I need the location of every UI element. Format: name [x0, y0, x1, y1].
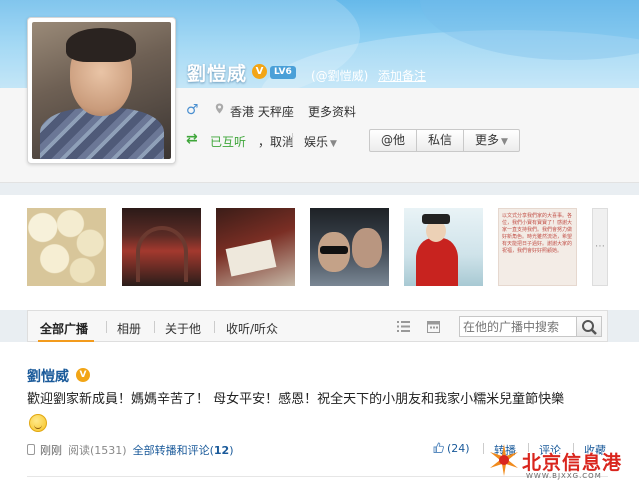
mention-button[interactable]: @他 — [370, 130, 418, 151]
photo-person — [352, 228, 382, 268]
forward-comment-label: 全部转播和评论( — [132, 444, 214, 457]
watermark-logo-icon — [490, 444, 518, 476]
forward-comment-close: ) — [229, 444, 234, 457]
list-view-icon[interactable] — [397, 321, 410, 332]
album-photo[interactable] — [122, 208, 201, 286]
profile-action-buttons: @他 私信 更多 ▼ — [369, 129, 520, 152]
tab-divider — [154, 321, 155, 333]
more-info-link[interactable]: 更多资料 — [308, 103, 356, 120]
tab-followers[interactable]: 收听/听众 — [226, 320, 278, 337]
profile-handle: (@劉愷威) — [311, 69, 369, 83]
calendar-icon[interactable] — [427, 320, 440, 333]
album-more-button[interactable]: ⋯ — [592, 208, 608, 286]
post-author-link[interactable]: 劉愷威 — [27, 366, 69, 386]
all-forwards-comments-link[interactable]: 全部转播和评论(12) — [133, 444, 234, 457]
album-photo[interactable] — [404, 208, 483, 286]
level-badge[interactable]: LV6 — [270, 66, 296, 79]
photo-glasses — [320, 246, 348, 254]
post-meta: 刚刚 阅读(1531) 全部转播和评论(12) — [27, 442, 233, 458]
verified-icon[interactable]: V — [252, 64, 267, 79]
post-text: 歡迎劉家新成員！媽媽辛苦了！ 母女平安！感恩！祝全天下的小朋友和我家小糯米兒童節… — [27, 392, 565, 407]
tab-divider — [214, 321, 215, 333]
location-text: 香港 天秤座 — [230, 105, 294, 119]
chevron-down-icon: ▼ — [501, 137, 508, 147]
group-label: 娱乐 — [304, 135, 329, 149]
watermark-text: 北京信息港 — [522, 452, 623, 474]
private-message-button[interactable]: 私信 — [417, 130, 465, 151]
smile-emoji-icon — [29, 414, 47, 432]
tab-album[interactable]: 相册 — [117, 320, 141, 337]
post-time-link[interactable]: 刚刚 — [40, 444, 62, 457]
add-remark-link[interactable]: 添加备注 — [378, 67, 426, 84]
thumbs-up-icon — [433, 442, 444, 453]
photo-robe — [416, 238, 458, 286]
photo-note-text: 以文式分享我們家的大喜事。各位，我們小寶有寶寶了！感謝大家一直支持我們。我們會努… — [502, 213, 573, 254]
profile-name: 劉愷威 — [187, 63, 248, 85]
section-gap — [0, 293, 639, 310]
album-photo[interactable] — [216, 208, 295, 286]
mutual-follow-icon: ⇄ — [186, 131, 198, 147]
phone-icon — [27, 444, 35, 455]
chevron-down-icon: ▼ — [330, 139, 337, 149]
like-count: (24) — [447, 442, 470, 455]
photo-album-strip: 以文式分享我們家的大喜事。各位，我們小寶有寶寶了！感謝大家一直支持我們。我們會努… — [0, 195, 639, 293]
feed-tab-bar: 全部广播 相册 关于他 收听/听众 — [27, 310, 608, 342]
search-button[interactable] — [577, 316, 602, 337]
male-icon: ♂ — [186, 102, 199, 118]
search-icon — [582, 320, 597, 335]
post-read-count: 阅读(1531) — [68, 444, 127, 457]
more-button[interactable]: 更多 ▼ — [464, 130, 519, 151]
forward-comment-count: 12 — [213, 444, 230, 457]
feed-search-input[interactable] — [459, 316, 577, 337]
unfollow-link[interactable]: ，取消 — [258, 133, 294, 150]
photo-card — [225, 239, 277, 277]
album-photo[interactable] — [27, 208, 106, 286]
verified-icon: V — [76, 368, 90, 382]
location-pin-icon — [215, 103, 224, 114]
avatar-frame[interactable] — [27, 17, 176, 164]
like-button[interactable]: (24) — [433, 442, 470, 455]
follow-status: 已互听 — [210, 135, 247, 149]
site-watermark: 北京信息港 WWW.BJXXG.COM — [484, 438, 639, 485]
avatar-hair — [66, 28, 136, 62]
watermark-url: WWW.BJXXG.COM — [526, 472, 602, 480]
divider — [292, 133, 293, 146]
section-gap — [0, 183, 639, 195]
tab-divider — [106, 321, 107, 333]
photo-arch — [136, 226, 188, 282]
more-button-label: 更多 — [475, 133, 500, 147]
album-photo[interactable] — [310, 208, 389, 286]
tab-about[interactable]: 关于他 — [165, 320, 201, 337]
avatar[interactable] — [32, 22, 171, 159]
tab-all-broadcasts[interactable]: 全部广播 — [40, 320, 88, 337]
group-dropdown[interactable]: 娱乐 ▼ — [304, 133, 337, 150]
album-photo[interactable]: 以文式分享我們家的大喜事。各位，我們小寶有寶寶了！感謝大家一直支持我們。我們會努… — [498, 208, 577, 286]
photo-hat — [422, 214, 450, 224]
